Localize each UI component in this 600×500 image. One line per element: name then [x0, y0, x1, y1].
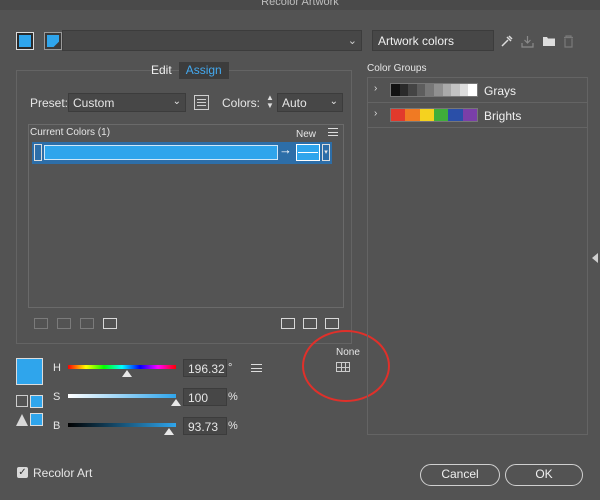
h-label: H: [53, 362, 61, 374]
active-color-swatch[interactable]: [16, 358, 43, 385]
list-tools-left: [34, 318, 117, 329]
preset-label: Preset:: [30, 96, 69, 110]
b-label: B: [53, 420, 61, 432]
eyedropper-icon[interactable]: [500, 34, 513, 48]
color-chip: [419, 109, 434, 121]
trash-icon[interactable]: [563, 34, 576, 48]
color-group-name: Grays: [484, 84, 517, 98]
colors-value: Auto: [282, 96, 307, 110]
current-color-bar[interactable]: [44, 145, 278, 160]
color-chip: [451, 84, 460, 96]
color-swatch-icon[interactable]: [44, 32, 62, 50]
new-color-swatch[interactable]: [296, 144, 320, 161]
color-chip: [442, 84, 452, 96]
cube-icon: [16, 395, 28, 407]
selected-color-swatch[interactable]: [16, 32, 34, 50]
color-chip: [405, 109, 420, 121]
current-colors-label: Current Colors (1): [30, 127, 111, 138]
arrow-right-icon[interactable]: →: [279, 142, 292, 157]
exclude-colors-icon[interactable]: [80, 318, 94, 329]
chevron-right-icon[interactable]: ›: [374, 108, 377, 119]
color-groups-panel: [367, 77, 588, 435]
s-label: S: [53, 391, 61, 403]
tab-bar: Edit Assign: [144, 62, 229, 79]
hue-slider[interactable]: [68, 365, 176, 369]
ok-button[interactable]: OK: [505, 464, 583, 486]
color-group-name: Brights: [484, 109, 522, 123]
color-chip: [399, 84, 409, 96]
saturation-slider-handle[interactable]: [171, 399, 181, 406]
menu-icon[interactable]: [328, 128, 338, 136]
saturation-slider[interactable]: [68, 394, 176, 398]
chevron-down-icon: ⌄: [329, 96, 338, 107]
web-safe-swatch[interactable]: [30, 395, 43, 408]
preset-options-icon[interactable]: [194, 95, 209, 110]
saturation-input[interactable]: 100: [183, 388, 227, 406]
colors-stepper-icon[interactable]: ▲ ▼: [264, 94, 276, 112]
hue-input[interactable]: 196.32: [183, 359, 227, 377]
new-row-icon[interactable]: [103, 318, 117, 329]
gamut-swatch[interactable]: [30, 413, 43, 426]
find-color-icon[interactable]: [325, 318, 339, 329]
new-column-label: New: [296, 129, 317, 140]
color-group-row[interactable]: › Grays: [368, 78, 587, 103]
new-color-options-icon[interactable]: ▾: [322, 144, 330, 161]
preset-value: Custom: [73, 96, 115, 110]
randomize-saturation-icon[interactable]: [303, 318, 317, 329]
chevron-down-icon: ⌄: [347, 35, 357, 47]
window-title: Recolor Artwork: [261, 0, 339, 8]
color-chip: [433, 109, 449, 121]
color-chip: [462, 109, 477, 121]
color-group-dropdown[interactable]: ⌄: [62, 30, 362, 51]
color-chip: [416, 84, 426, 96]
hue-unit: °: [228, 362, 233, 374]
warning-icon: [16, 414, 28, 426]
chevron-down-icon: ⌄: [172, 96, 181, 107]
color-chip: [459, 84, 469, 96]
randomize-order-icon[interactable]: [281, 318, 295, 329]
artwork-colors-field[interactable]: Artwork colors: [372, 30, 494, 51]
drag-handle-icon[interactable]: [34, 144, 42, 161]
color-chip: [391, 109, 406, 121]
new-folder-icon[interactable]: [542, 35, 555, 48]
recolor-art-label: Recolor Art: [33, 466, 93, 480]
hue-slider-handle[interactable]: [121, 370, 132, 377]
grays-color-strip: [390, 83, 478, 97]
color-groups-label: Color Groups: [367, 63, 427, 74]
color-chip: [448, 109, 463, 121]
brightness-slider[interactable]: [68, 423, 176, 427]
collapse-panel-icon[interactable]: [592, 253, 598, 263]
brightness-slider-handle[interactable]: [164, 428, 175, 435]
colors-dropdown[interactable]: Auto ⌄: [277, 93, 343, 112]
color-chip: [468, 84, 477, 96]
top-toolbar: [500, 33, 576, 49]
tab-edit[interactable]: Edit: [144, 62, 179, 79]
brightness-unit: %: [228, 420, 238, 432]
brightness-input[interactable]: 93.73: [183, 417, 227, 435]
color-chip: [425, 84, 434, 96]
tab-assign[interactable]: Assign: [178, 62, 229, 79]
recolor-art-checkbox[interactable]: ✓: [17, 467, 28, 478]
title-bar: Recolor Artwork: [0, 0, 600, 10]
cancel-button[interactable]: Cancel: [420, 464, 500, 486]
chevron-right-icon[interactable]: ›: [374, 83, 377, 94]
saturation-unit: %: [228, 391, 238, 403]
color-chip: [391, 84, 400, 96]
brights-color-strip: [390, 108, 478, 122]
slider-menu-icon[interactable]: [251, 364, 262, 372]
preset-dropdown[interactable]: Custom ⌄: [68, 93, 186, 112]
merge-colors-icon[interactable]: [34, 318, 48, 329]
save-group-icon[interactable]: [521, 35, 534, 48]
color-group-row[interactable]: › Brights: [368, 103, 587, 128]
color-chip: [433, 84, 443, 96]
list-tools-right: [281, 318, 339, 329]
color-chip: [408, 84, 417, 96]
separate-colors-icon[interactable]: [57, 318, 71, 329]
colors-label: Colors:: [222, 96, 261, 110]
